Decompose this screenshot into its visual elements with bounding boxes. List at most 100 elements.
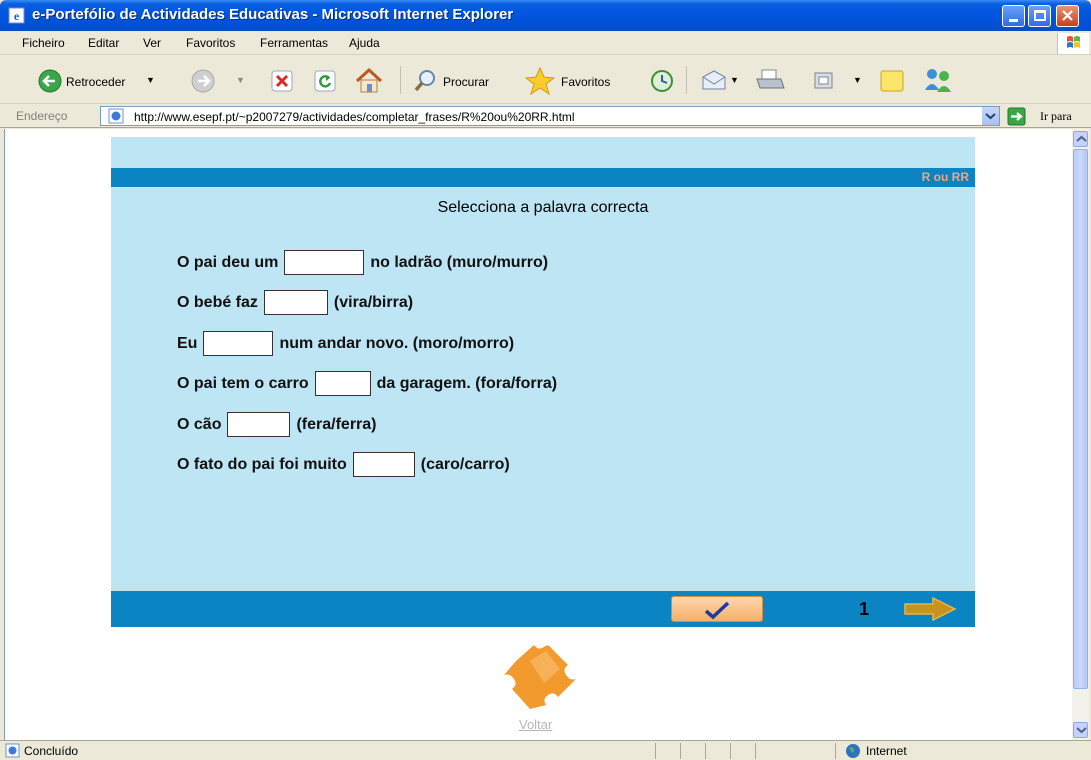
search-icon: [414, 70, 435, 92]
status-bar: Concluído Internet: [0, 740, 1091, 760]
sentence-start: O bebé faz: [177, 293, 258, 311]
back-button[interactable]: Retroceder: [38, 68, 125, 97]
search-label: Procurar: [443, 75, 490, 89]
arrow-right-icon[interactable]: [903, 597, 959, 621]
scroll-thumb[interactable]: [1073, 149, 1088, 689]
favorites-label: Favoritos: [561, 75, 611, 89]
scroll-down-button[interactable]: [1073, 722, 1088, 738]
menu-ver[interactable]: Ver: [143, 36, 161, 50]
page-content: R ou RR Selecciona a palavra correcta O …: [4, 129, 1072, 740]
go-label[interactable]: Ir para: [1040, 109, 1072, 124]
title-bar: e e-Portefólio de Actividades Educativas…: [0, 0, 1091, 31]
checkmark-icon: [704, 601, 730, 620]
section-tag: R ou RR: [921, 170, 969, 184]
edit-button[interactable]: [813, 70, 835, 95]
star-icon: [524, 66, 556, 96]
windows-logo-icon: [1057, 33, 1089, 54]
sentence-start: O pai tem o carro: [177, 374, 309, 392]
mail-icon: [702, 70, 726, 90]
page-number: 1: [859, 599, 870, 619]
globe-icon: [846, 744, 860, 758]
vertical-scrollbar[interactable]: [1072, 129, 1089, 740]
chevron-down-icon: [985, 113, 996, 120]
puzzle-icon[interactable]: [502, 639, 580, 713]
footer-stripe: 1: [111, 591, 975, 627]
sentence-end: (vira/birra): [333, 293, 414, 311]
menu-ajuda[interactable]: Ajuda: [349, 36, 380, 50]
address-dropdown-button[interactable]: [982, 107, 999, 125]
back-label: Retroceder: [66, 75, 126, 89]
header-stripe: R ou RR: [111, 168, 975, 187]
sentence-end: no ladrão (muro/murro): [370, 253, 549, 271]
back-arrow-icon: [38, 69, 62, 93]
refresh-button[interactable]: [313, 69, 337, 96]
security-zone: Internet: [866, 744, 907, 758]
sentence-row: Eu num andar novo. (moro/morro): [177, 331, 514, 356]
sentence-end: num andar novo. (moro/morro): [279, 334, 515, 352]
sentence-end: (caro/carro): [420, 455, 510, 473]
stop-button[interactable]: [270, 69, 294, 96]
sentence-end: da garagem. (fora/forra): [376, 374, 558, 392]
sentence-end: (fera/ferra): [296, 415, 377, 433]
address-bar: Endereço http://www.esepf.pt/~p2007279/a…: [0, 105, 1091, 128]
back-link[interactable]: Voltar: [519, 717, 552, 732]
toolbar: Retroceder ▼ ▼ Procurar Favoritos ▼ ▼: [0, 56, 1091, 104]
messenger-icon: [925, 69, 951, 92]
answer-input[interactable]: [314, 371, 371, 396]
status-text: Concluído: [24, 744, 79, 758]
menu-bar: Ficheiro Editar Ver Favoritos Ferramenta…: [0, 31, 1091, 55]
favorites-button[interactable]: Favoritos: [524, 66, 610, 99]
menu-favoritos[interactable]: Favoritos: [186, 36, 235, 50]
answer-input[interactable]: [203, 331, 274, 356]
forward-button[interactable]: [190, 68, 216, 97]
edit-dropdown-icon[interactable]: ▼: [853, 75, 862, 85]
home-icon: [355, 67, 383, 93]
answer-input[interactable]: [227, 412, 291, 437]
sentence-row: O cão (fera/ferra): [177, 412, 377, 437]
activity-panel: R ou RR Selecciona a palavra correcta O …: [111, 137, 975, 627]
address-input[interactable]: http://www.esepf.pt/~p2007279/actividade…: [100, 106, 1000, 126]
answer-input[interactable]: [263, 290, 328, 315]
address-url: http://www.esepf.pt/~p2007279/actividade…: [134, 110, 575, 124]
close-icon: [1062, 10, 1073, 21]
page-icon: [5, 743, 20, 758]
sentence-row: O bebé faz (vira/birra): [177, 290, 413, 315]
ie-icon: e: [8, 7, 25, 24]
sentence-row: O fato do pai foi muito (caro/carro): [177, 452, 510, 477]
chevron-down-icon: [1076, 727, 1087, 734]
close-button[interactable]: [1056, 5, 1079, 27]
scroll-up-button[interactable]: [1073, 131, 1088, 147]
address-label: Endereço: [16, 109, 68, 123]
printer-icon: [756, 69, 785, 89]
mail-dropdown-icon[interactable]: ▼: [730, 75, 739, 85]
note-icon: [880, 70, 904, 92]
forward-dropdown-icon[interactable]: ▼: [236, 75, 245, 85]
menu-ferramentas[interactable]: Ferramentas: [260, 36, 328, 50]
print-button[interactable]: [754, 68, 786, 97]
sentence-start: O pai deu um: [177, 253, 279, 271]
search-button[interactable]: Procurar: [413, 68, 489, 97]
sentence-start: O fato do pai foi muito: [177, 455, 347, 473]
messenger-button[interactable]: [922, 66, 954, 97]
svg-text:e: e: [14, 9, 20, 23]
maximize-button[interactable]: [1028, 5, 1051, 27]
go-button[interactable]: [1007, 107, 1035, 129]
history-icon: [651, 70, 673, 92]
minimize-button[interactable]: [1002, 5, 1025, 27]
back-dropdown-icon[interactable]: ▼: [146, 75, 155, 85]
refresh-icon: [314, 70, 336, 92]
discuss-button[interactable]: [878, 68, 908, 97]
page-icon: [108, 108, 124, 124]
answer-input[interactable]: [284, 250, 365, 275]
chevron-up-icon: [1076, 135, 1087, 142]
instruction-heading: Selecciona a palavra correcta: [437, 199, 649, 216]
sentence-row: O pai tem o carro da garagem. (fora/forr…: [177, 371, 557, 396]
check-button[interactable]: [671, 596, 763, 622]
mail-button[interactable]: [700, 69, 728, 96]
sentence-row: O pai deu um no ladrão (muro/murro): [177, 250, 548, 275]
menu-ficheiro[interactable]: Ficheiro: [22, 36, 65, 50]
home-button[interactable]: [354, 67, 384, 98]
menu-editar[interactable]: Editar: [88, 36, 119, 50]
history-button[interactable]: [648, 68, 676, 97]
answer-input[interactable]: [352, 452, 415, 477]
